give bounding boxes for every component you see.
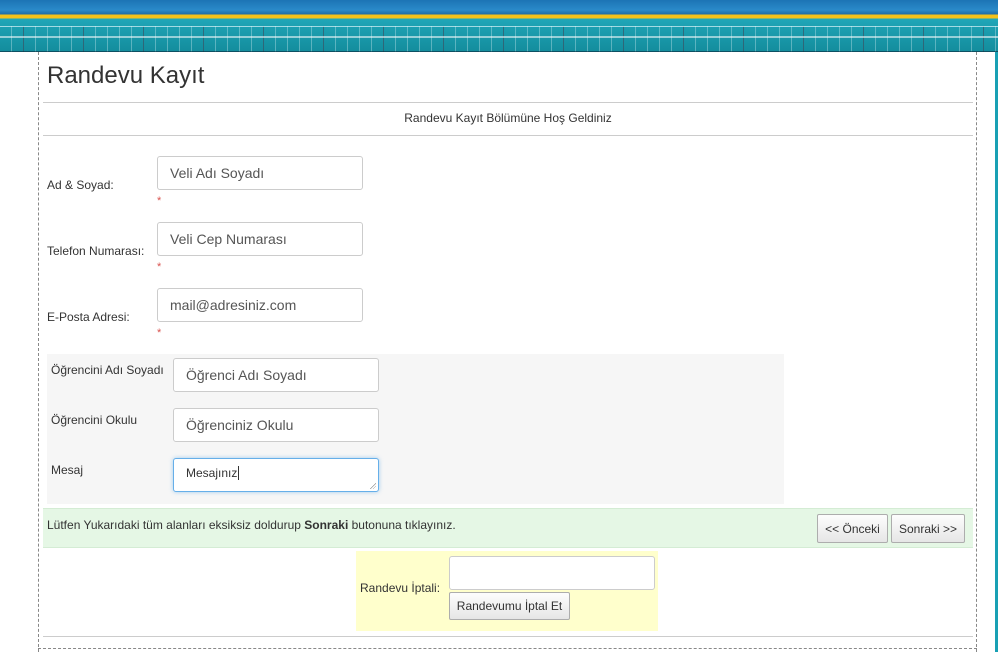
- message-text: Mesajınız: [186, 466, 238, 480]
- student-school-label: Öğrencini Okulu: [51, 413, 138, 427]
- banner-line: [0, 36, 998, 38]
- cancel-label: Randevu İptali:: [360, 581, 441, 595]
- student-name-label: Öğrencini Adı Soyadı: [51, 363, 164, 377]
- divider: [43, 636, 973, 637]
- message-label: Mesaj: [51, 463, 84, 477]
- divider: [43, 135, 973, 136]
- required-mark: *: [157, 261, 162, 273]
- previous-button[interactable]: << Önceki: [817, 514, 888, 543]
- info-text: Lütfen Yukarıdaki tüm alanları eksiksiz …: [47, 518, 456, 532]
- cancel-appointment-button[interactable]: Randevumu İptal Et: [449, 592, 570, 620]
- page-bottom-border: [38, 648, 977, 649]
- header-banner: [0, 0, 998, 52]
- banner-pattern: [0, 26, 998, 52]
- phone-label: Telefon Numarası:: [47, 244, 145, 258]
- page-title: Randevu Kayıt: [47, 62, 205, 89]
- phone-input[interactable]: Veli Cep Numarası: [157, 222, 363, 256]
- text-cursor: ​: [238, 466, 240, 480]
- parent-name-label: Ad & Soyad:: [47, 178, 114, 192]
- student-school-input[interactable]: Öğrenciniz Okulu: [173, 408, 379, 442]
- student-name-input[interactable]: Öğrenci Adı Soyadı: [173, 358, 379, 392]
- info-text-bold: Sonraki: [304, 518, 349, 532]
- resize-grip-icon[interactable]: [369, 482, 376, 489]
- cancel-input[interactable]: [449, 556, 655, 590]
- divider: [43, 102, 973, 103]
- required-mark: *: [157, 327, 162, 339]
- email-input[interactable]: mail@adresiniz.com: [157, 288, 363, 322]
- email-label: E-Posta Adresi:: [47, 310, 130, 324]
- welcome-text: Randevu Kayıt Bölümüne Hoş Geldiniz: [404, 111, 612, 125]
- parent-name-input[interactable]: Veli Adı Soyadı: [157, 156, 363, 190]
- next-button[interactable]: Sonraki >>: [891, 514, 965, 543]
- required-mark: *: [157, 195, 162, 207]
- message-textarea[interactable]: Mesajınız​: [173, 458, 379, 492]
